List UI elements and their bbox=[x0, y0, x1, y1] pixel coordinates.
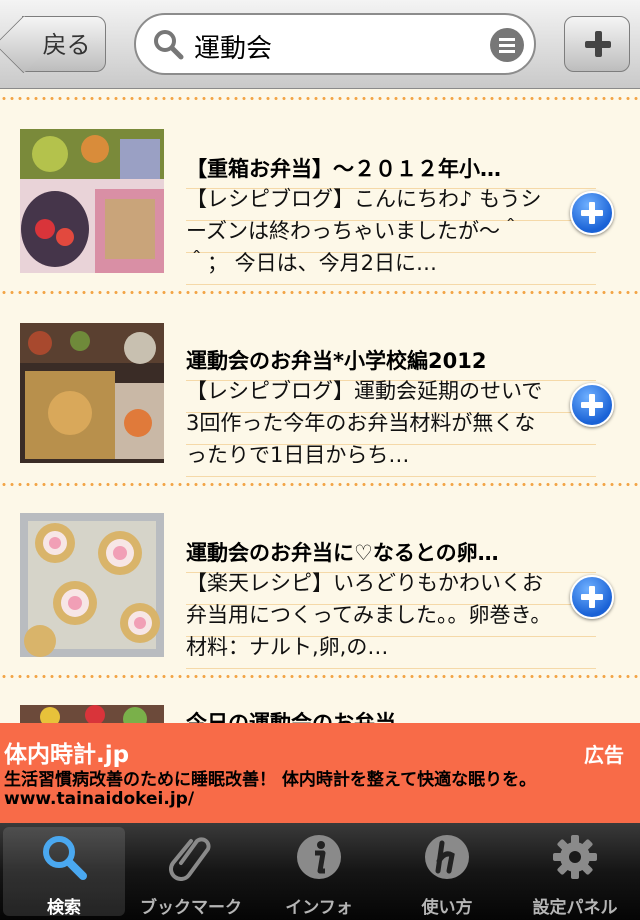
navigation-bar: 戻る bbox=[0, 0, 640, 89]
results-list: 【重箱お弁当】〜２０１２年小… 【レシピブログ】こんにちわ♪ もうシーズンは終わ… bbox=[0, 89, 640, 723]
help-icon bbox=[425, 835, 469, 879]
result-thumbnail bbox=[20, 323, 164, 463]
search-icon bbox=[154, 30, 184, 60]
tab-label: ブックマーク bbox=[140, 898, 242, 918]
result-title: 今日の運動会のお弁当 bbox=[186, 711, 396, 723]
tab-label: 使い方 bbox=[421, 898, 473, 918]
result-thumbnail bbox=[20, 705, 164, 723]
result-thumbnail bbox=[20, 513, 164, 657]
ad-label: 広告 bbox=[584, 743, 624, 767]
result-title: 運動会のお弁当に♡なるとの卵… bbox=[186, 541, 499, 565]
add-button[interactable] bbox=[564, 16, 630, 72]
back-button[interactable]: 戻る bbox=[22, 16, 106, 72]
result-description: 【レシピブログ】運動会延期のせいで3回作った今年のお弁当材料が無くなったりで1日… bbox=[186, 379, 543, 467]
add-bookmark-button[interactable] bbox=[570, 383, 614, 427]
add-bookmark-button[interactable] bbox=[570, 191, 614, 235]
ad-text: 生活習慣病改善のために睡眠改善！ 体内時計を整えて快適な眠りを。 bbox=[4, 770, 537, 790]
ad-url: www.tainaidokei.jp/ bbox=[4, 789, 195, 809]
search-icon bbox=[43, 836, 87, 880]
tab-bookmarks[interactable]: ブックマーク bbox=[130, 827, 252, 918]
tab-bar: 検索 ブックマーク インフォ 使い方 設定パネル bbox=[0, 823, 640, 920]
tab-settings[interactable]: 設定パネル bbox=[514, 827, 636, 918]
info-icon bbox=[297, 835, 341, 879]
result-thumbnail bbox=[20, 129, 164, 273]
result-description: 【楽天レシピ】いろどりもかわいくお弁当用につくってみました。。卵巻き。材料：ナル… bbox=[186, 571, 552, 659]
tab-label: 設定パネル bbox=[532, 898, 618, 918]
tab-label: インフォ bbox=[285, 898, 353, 918]
search-options-icon[interactable] bbox=[490, 28, 524, 62]
add-bookmark-button[interactable] bbox=[570, 575, 614, 619]
result-row[interactable]: 今日の運動会のお弁当 bbox=[0, 695, 640, 723]
divider bbox=[0, 97, 640, 100]
tab-search[interactable]: 検索 bbox=[3, 827, 125, 918]
result-title: 【重箱お弁当】〜２０１２年小… bbox=[186, 157, 501, 181]
divider bbox=[0, 291, 640, 294]
result-row[interactable]: 運動会のお弁当*小学校編2012 【レシピブログ】運動会延期のせいで3回作った今… bbox=[0, 311, 640, 501]
gear-icon bbox=[553, 835, 597, 879]
tab-help[interactable]: 使い方 bbox=[386, 827, 508, 918]
divider bbox=[0, 483, 640, 486]
result-row[interactable]: 【重箱お弁当】〜２０１２年小… 【レシピブログ】こんにちわ♪ もうシーズンは終わ… bbox=[0, 119, 640, 309]
tab-label: 検索 bbox=[47, 898, 81, 918]
divider bbox=[0, 675, 640, 678]
result-description: 【レシピブログ】こんにちわ♪ もうシーズンは終わっちゃいましたが〜＾＾； 今日は… bbox=[186, 187, 542, 275]
result-row[interactable]: 運動会のお弁当に♡なるとの卵… 【楽天レシピ】いろどりもかわいくお弁当用につくっ… bbox=[0, 503, 640, 693]
ad-banner[interactable]: 体内時計.jp 広告 生活習慣病改善のために睡眠改善！ 体内時計を整えて快適な眠… bbox=[0, 723, 640, 823]
ad-title: 体内時計.jp bbox=[4, 742, 130, 768]
tab-info[interactable]: インフォ bbox=[258, 827, 380, 918]
back-button-label: 戻る bbox=[42, 31, 91, 59]
search-input[interactable] bbox=[192, 25, 466, 67]
search-field[interactable] bbox=[134, 13, 536, 75]
result-title: 運動会のお弁当*小学校編2012 bbox=[186, 349, 487, 373]
paperclip-icon bbox=[169, 837, 211, 881]
